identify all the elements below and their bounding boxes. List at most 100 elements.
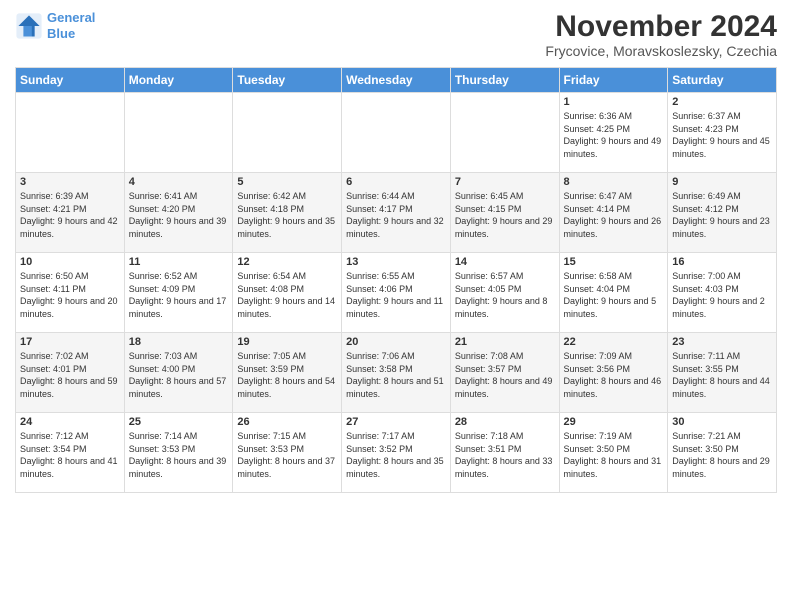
location-subtitle: Frycovice, Moravskoslezsky, Czechia <box>545 43 777 59</box>
calendar-cell <box>450 93 559 173</box>
calendar-week-1: 1 Sunrise: 6:36 AM Sunset: 4:25 PM Daylig… <box>16 93 777 173</box>
day-number: 17 <box>20 336 120 348</box>
day-number: 16 <box>672 256 772 268</box>
day-number: 28 <box>455 416 555 428</box>
month-title: November 2024 <box>545 10 777 43</box>
day-info: Sunrise: 7:18 AM Sunset: 3:51 PM Dayligh… <box>455 430 555 480</box>
header-row: Sunday Monday Tuesday Wednesday Thursday… <box>16 68 777 93</box>
day-info: Sunrise: 7:19 AM Sunset: 3:50 PM Dayligh… <box>564 430 664 480</box>
day-number: 26 <box>237 416 337 428</box>
calendar-cell: 1 Sunrise: 6:36 AM Sunset: 4:25 PM Daylig… <box>559 93 668 173</box>
logo-text: General Blue <box>47 10 95 41</box>
day-number: 25 <box>129 416 229 428</box>
calendar-cell: 20 Sunrise: 7:06 AM Sunset: 3:58 PM Dayli… <box>342 333 451 413</box>
calendar-cell <box>16 93 125 173</box>
calendar-cell: 13Sunrise: 6:55 AM Sunset: 4:06 PM Dayli… <box>342 253 451 333</box>
calendar-cell: 2 Sunrise: 6:37 AM Sunset: 4:23 PM Daylig… <box>668 93 777 173</box>
day-number: 22 <box>564 336 664 348</box>
col-wednesday: Wednesday <box>342 68 451 93</box>
day-number: 2 <box>672 96 772 108</box>
day-number: 21 <box>455 336 555 348</box>
calendar-cell: 21 Sunrise: 7:08 AM Sunset: 3:57 PM Dayli… <box>450 333 559 413</box>
col-saturday: Saturday <box>668 68 777 93</box>
col-sunday: Sunday <box>16 68 125 93</box>
calendar-cell: 25 Sunrise: 7:14 AM Sunset: 3:53 PM Dayli… <box>124 413 233 493</box>
calendar-cell: 17 Sunrise: 7:02 AM Sunset: 4:01 PM Dayli… <box>16 333 125 413</box>
day-info: Sunrise: 7:06 AM Sunset: 3:58 PM Dayligh… <box>346 350 446 400</box>
calendar-cell: 10 Sunrise: 6:50 AM Sunset: 4:11 PM Dayli… <box>16 253 125 333</box>
day-info: Sunrise: 6:54 AM Sunset: 4:08 PM Dayligh… <box>237 270 337 320</box>
day-number: 23 <box>672 336 772 348</box>
day-number: 15 <box>564 256 664 268</box>
calendar-cell: 28 Sunrise: 7:18 AM Sunset: 3:51 PM Dayli… <box>450 413 559 493</box>
day-info: Sunrise: 6:58 AM Sunset: 4:04 PM Dayligh… <box>564 270 664 320</box>
day-info: Sunrise: 6:36 AM Sunset: 4:25 PM Dayligh… <box>564 110 664 160</box>
day-number: 4 <box>129 176 229 188</box>
day-info: Sunrise: 6:57 AM Sunset: 4:05 PM Dayligh… <box>455 270 555 320</box>
day-info: Sunrise: 6:50 AM Sunset: 4:11 PM Dayligh… <box>20 270 120 320</box>
day-info: Sunrise: 6:37 AM Sunset: 4:23 PM Dayligh… <box>672 110 772 160</box>
calendar-cell: 12 Sunrise: 6:54 AM Sunset: 4:08 PM Dayli… <box>233 253 342 333</box>
day-info: Sunrise: 7:17 AM Sunset: 3:52 PM Dayligh… <box>346 430 446 480</box>
calendar-cell: 26 Sunrise: 7:15 AM Sunset: 3:53 PM Dayli… <box>233 413 342 493</box>
calendar-cell: 27 Sunrise: 7:17 AM Sunset: 3:52 PM Dayli… <box>342 413 451 493</box>
day-info: Sunrise: 6:45 AM Sunset: 4:15 PM Dayligh… <box>455 190 555 240</box>
day-info: Sunrise: 7:09 AM Sunset: 3:56 PM Dayligh… <box>564 350 664 400</box>
day-number: 6 <box>346 176 446 188</box>
day-info: Sunrise: 7:11 AM Sunset: 3:55 PM Dayligh… <box>672 350 772 400</box>
day-info: Sunrise: 7:15 AM Sunset: 3:53 PM Dayligh… <box>237 430 337 480</box>
day-info: Sunrise: 6:55 AM Sunset: 4:06 PM Dayligh… <box>346 270 446 320</box>
col-tuesday: Tuesday <box>233 68 342 93</box>
day-number: 18 <box>129 336 229 348</box>
day-info: Sunrise: 7:05 AM Sunset: 3:59 PM Dayligh… <box>237 350 337 400</box>
calendar-body: 1 Sunrise: 6:36 AM Sunset: 4:25 PM Daylig… <box>16 93 777 493</box>
day-number: 30 <box>672 416 772 428</box>
day-info: Sunrise: 6:52 AM Sunset: 4:09 PM Dayligh… <box>129 270 229 320</box>
calendar-cell: 18Sunrise: 7:03 AM Sunset: 4:00 PM Dayli… <box>124 333 233 413</box>
day-number: 10 <box>20 256 120 268</box>
calendar-cell <box>124 93 233 173</box>
calendar-cell: 9Sunrise: 6:49 AM Sunset: 4:12 PM Daylig… <box>668 173 777 253</box>
logo-icon <box>15 12 43 40</box>
calendar-table: Sunday Monday Tuesday Wednesday Thursday… <box>15 67 777 493</box>
calendar-cell: 23 Sunrise: 7:11 AM Sunset: 3:55 PM Dayli… <box>668 333 777 413</box>
day-info: Sunrise: 7:08 AM Sunset: 3:57 PM Dayligh… <box>455 350 555 400</box>
calendar-week-4: 17 Sunrise: 7:02 AM Sunset: 4:01 PM Dayli… <box>16 333 777 413</box>
day-number: 19 <box>237 336 337 348</box>
day-number: 5 <box>237 176 337 188</box>
page-container: General Blue November 2024 Frycovice, Mo… <box>0 0 792 612</box>
day-info: Sunrise: 7:12 AM Sunset: 3:54 PM Dayligh… <box>20 430 120 480</box>
day-number: 20 <box>346 336 446 348</box>
day-info: Sunrise: 6:49 AM Sunset: 4:12 PM Dayligh… <box>672 190 772 240</box>
day-number: 7 <box>455 176 555 188</box>
day-info: Sunrise: 7:21 AM Sunset: 3:50 PM Dayligh… <box>672 430 772 480</box>
col-thursday: Thursday <box>450 68 559 93</box>
calendar-cell: 19 Sunrise: 7:05 AM Sunset: 3:59 PM Dayli… <box>233 333 342 413</box>
day-number: 1 <box>564 96 664 108</box>
col-monday: Monday <box>124 68 233 93</box>
day-number: 29 <box>564 416 664 428</box>
calendar-cell: 30 Sunrise: 7:21 AM Sunset: 3:50 PM Dayli… <box>668 413 777 493</box>
logo: General Blue <box>15 10 95 41</box>
day-info: Sunrise: 6:42 AM Sunset: 4:18 PM Dayligh… <box>237 190 337 240</box>
day-number: 14 <box>455 256 555 268</box>
day-number: 24 <box>20 416 120 428</box>
header: General Blue November 2024 Frycovice, Mo… <box>15 10 777 59</box>
col-friday: Friday <box>559 68 668 93</box>
calendar-cell: 15 Sunrise: 6:58 AM Sunset: 4:04 PM Dayli… <box>559 253 668 333</box>
day-number: 12 <box>237 256 337 268</box>
day-number: 11 <box>129 256 229 268</box>
calendar-cell: 24 Sunrise: 7:12 AM Sunset: 3:54 PM Dayli… <box>16 413 125 493</box>
title-area: November 2024 Frycovice, Moravskoslezsky… <box>545 10 777 59</box>
calendar-cell: 29 Sunrise: 7:19 AM Sunset: 3:50 PM Dayli… <box>559 413 668 493</box>
day-info: Sunrise: 7:00 AM Sunset: 4:03 PM Dayligh… <box>672 270 772 320</box>
calendar-header: Sunday Monday Tuesday Wednesday Thursday… <box>16 68 777 93</box>
calendar-cell: 11 Sunrise: 6:52 AM Sunset: 4:09 PM Dayli… <box>124 253 233 333</box>
calendar-week-5: 24 Sunrise: 7:12 AM Sunset: 3:54 PM Dayli… <box>16 413 777 493</box>
calendar-cell <box>342 93 451 173</box>
calendar-cell: 3Sunrise: 6:39 AM Sunset: 4:21 PM Daylig… <box>16 173 125 253</box>
calendar-cell: 22 Sunrise: 7:09 AM Sunset: 3:56 PM Dayli… <box>559 333 668 413</box>
day-info: Sunrise: 7:02 AM Sunset: 4:01 PM Dayligh… <box>20 350 120 400</box>
day-number: 27 <box>346 416 446 428</box>
day-info: Sunrise: 7:14 AM Sunset: 3:53 PM Dayligh… <box>129 430 229 480</box>
